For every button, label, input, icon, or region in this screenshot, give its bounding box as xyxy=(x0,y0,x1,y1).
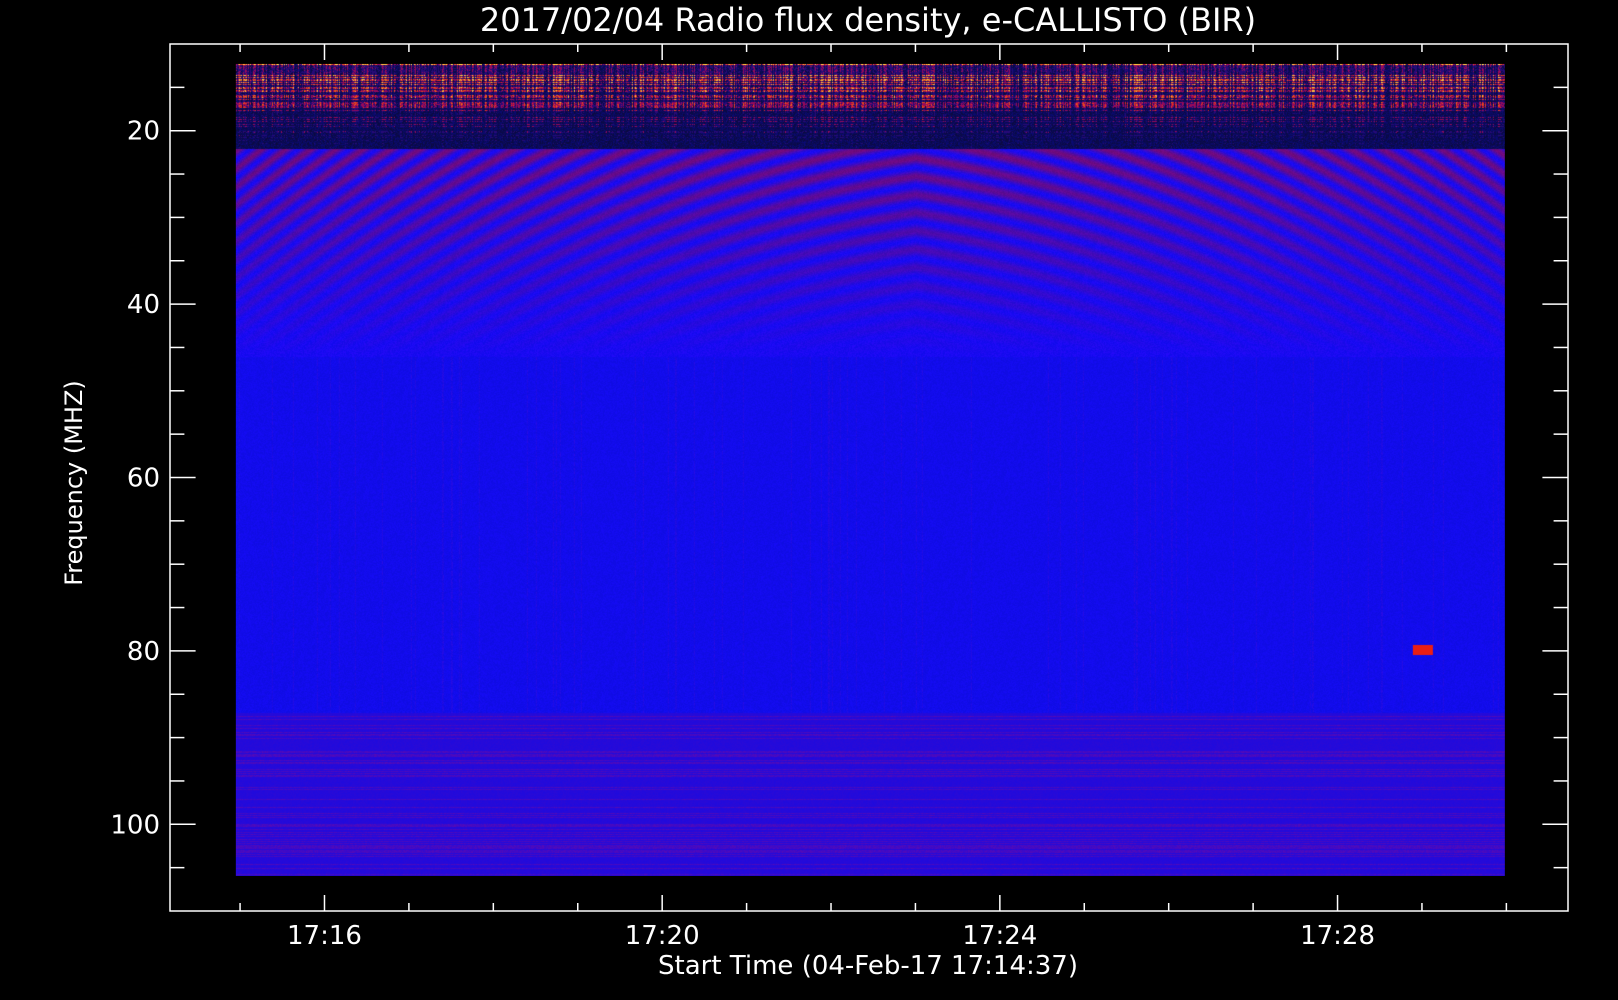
x-tick-label: 17:16 xyxy=(287,921,362,951)
x-axis-label: Start Time (04-Feb-17 17:14:37) xyxy=(658,951,1078,981)
x-tick-label: 17:28 xyxy=(1300,921,1375,951)
y-tick-label: 80 xyxy=(127,637,160,667)
x-tick-label: 17:24 xyxy=(962,921,1037,951)
x-tick-label: 17:20 xyxy=(625,921,700,951)
chart-title: 2017/02/04 Radio flux density, e-CALLIST… xyxy=(480,1,1256,39)
y-tick-label: 20 xyxy=(127,117,160,147)
y-tick-label: 40 xyxy=(127,290,160,320)
spectrogram-raster xyxy=(235,63,1505,876)
spectrogram-chart: 2017/02/04 Radio flux density, e-CALLIST… xyxy=(0,0,1618,1000)
y-tick-label: 60 xyxy=(127,464,160,494)
y-axis-label: Frequency (MHZ) xyxy=(60,380,88,586)
spectrogram-heatmap xyxy=(235,63,1505,876)
y-tick-label: 100 xyxy=(110,810,160,840)
